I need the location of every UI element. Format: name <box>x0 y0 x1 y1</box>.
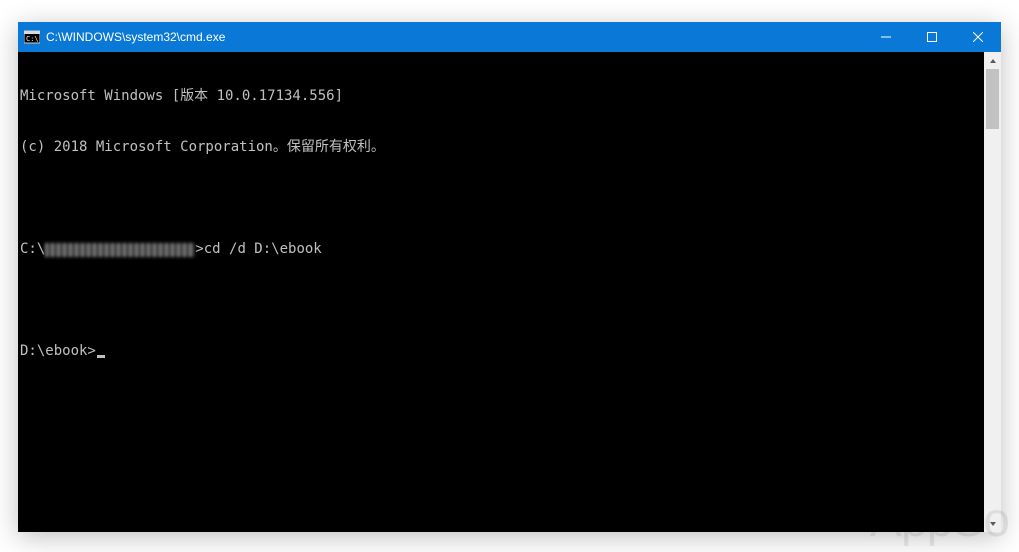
vertical-scrollbar[interactable] <box>984 52 1001 532</box>
cursor <box>97 355 105 358</box>
console-line: C:\ >cd /d D:\ebook <box>20 241 984 258</box>
prompt-prefix: C:\ <box>20 241 45 258</box>
console-text: Microsoft Windows [版本 10.0.17134.556] (c… <box>20 54 984 530</box>
window-controls <box>863 22 1001 52</box>
scrollbar-thumb[interactable] <box>986 69 999 129</box>
prompt-suffix: > <box>195 241 203 258</box>
maximize-button[interactable] <box>909 22 955 52</box>
redacted-path <box>45 243 195 257</box>
version-line: Microsoft Windows [版本 10.0.17134.556] <box>20 88 343 105</box>
blank-line <box>20 190 984 207</box>
scrollbar-track[interactable] <box>984 69 1001 515</box>
close-button[interactable] <box>955 22 1001 52</box>
scroll-up-arrow-icon[interactable] <box>984 52 1001 69</box>
console-line: (c) 2018 Microsoft Corporation。保留所有权利。 <box>20 139 984 156</box>
console-line: D:\ebook> <box>20 343 984 360</box>
blank-line <box>20 292 984 309</box>
minimize-button[interactable] <box>863 22 909 52</box>
copyright-line: (c) 2018 Microsoft Corporation。保留所有权利。 <box>20 139 385 156</box>
console-line: Microsoft Windows [版本 10.0.17134.556] <box>20 88 984 105</box>
current-prompt: D:\ebook> <box>20 343 96 360</box>
cmd-window: C:\ C:\WINDOWS\system32\cmd.exe Microsof… <box>18 22 1001 532</box>
console-area[interactable]: Microsoft Windows [版本 10.0.17134.556] (c… <box>18 52 1001 532</box>
svg-text:C:\: C:\ <box>26 35 39 43</box>
window-title: C:\WINDOWS\system32\cmd.exe <box>46 22 225 52</box>
titlebar[interactable]: C:\ C:\WINDOWS\system32\cmd.exe <box>18 22 1001 52</box>
cmd-icon: C:\ <box>24 29 40 45</box>
scroll-down-arrow-icon[interactable] <box>984 515 1001 532</box>
entered-command: cd /d D:\ebook <box>204 241 322 258</box>
